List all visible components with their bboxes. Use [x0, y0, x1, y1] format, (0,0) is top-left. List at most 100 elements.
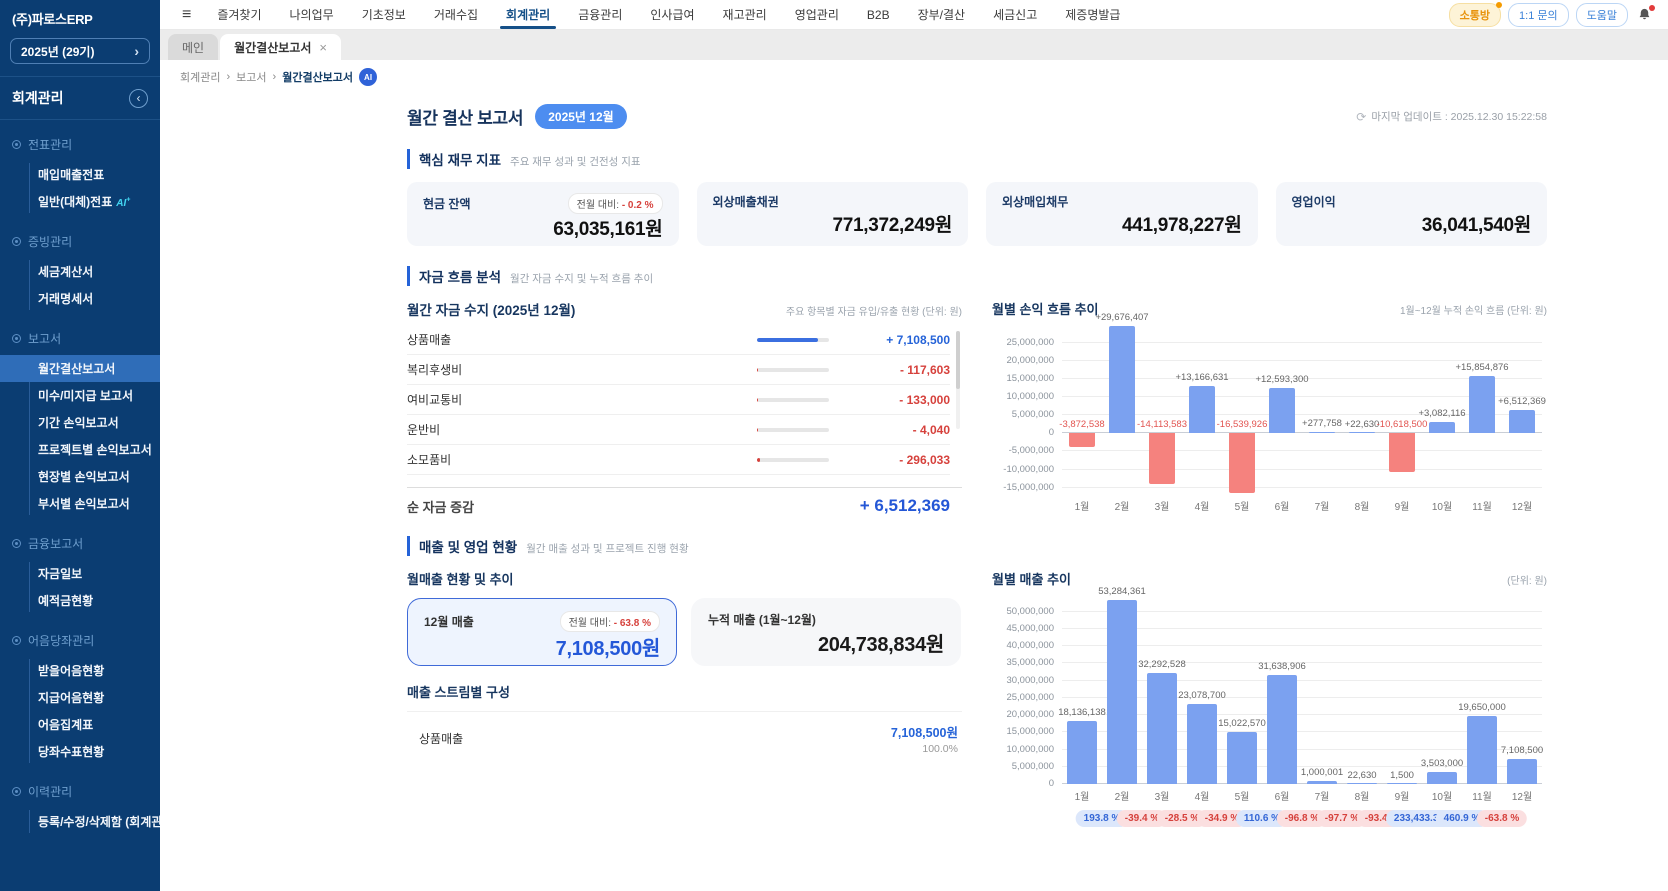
- bar-2월[interactable]: [1107, 600, 1137, 784]
- close-icon[interactable]: ×: [319, 40, 327, 55]
- bar-6월[interactable]: [1269, 388, 1295, 433]
- x-axis-tick: 4월: [1182, 498, 1222, 513]
- hamburger-menu-icon[interactable]: ≡: [160, 6, 203, 24]
- help-button[interactable]: 도움말: [1576, 3, 1628, 27]
- bar-4월[interactable]: [1189, 386, 1215, 433]
- top-nav-item[interactable]: 장부/결산: [904, 0, 980, 29]
- top-nav-item[interactable]: 회계관리: [492, 0, 564, 29]
- y-axis-tick: 25,000,000: [992, 337, 1054, 348]
- sidebar-item[interactable]: 거래명세서: [0, 285, 160, 312]
- sidebar-item[interactable]: 프로젝트별 손익보고서: [0, 436, 160, 463]
- top-nav-item[interactable]: B2B: [853, 0, 904, 29]
- mom-change-badge: -63.8 %: [1477, 810, 1527, 827]
- topbar-right: 소통방 1:1 문의 도움말: [1449, 3, 1668, 27]
- breadcrumb-accounting[interactable]: 회계관리: [180, 69, 220, 85]
- sidebar-item[interactable]: 지급어음현황: [0, 684, 160, 711]
- y-axis-tick: 25,000,000: [992, 692, 1054, 703]
- bar-10월[interactable]: [1429, 422, 1455, 433]
- bar-11월[interactable]: [1467, 716, 1497, 784]
- sidebar-item[interactable]: 당좌수표현황: [0, 738, 160, 765]
- sidebar-item[interactable]: 부서별 손익보고서: [0, 490, 160, 517]
- x-axis-tick: 5월: [1222, 498, 1262, 513]
- bar-value-label: 22,630: [1347, 770, 1376, 781]
- sidebar-item[interactable]: 월간결산보고서: [0, 355, 160, 382]
- bar-5월[interactable]: [1227, 732, 1257, 784]
- fiscal-year-selector[interactable]: 2025년 (29기) ›: [10, 38, 150, 64]
- bar-8월[interactable]: [1347, 783, 1377, 784]
- sidebar-item[interactable]: 어음집계표: [0, 711, 160, 738]
- sidebar-section-header[interactable]: 보고서: [0, 318, 160, 353]
- chart-plot-area: 05,000,00010,000,00015,000,00020,000,000…: [992, 596, 1542, 784]
- main-area: ≡ 즐겨찾기나의업무기초정보거래수집회계관리금융관리인사급여재고관리영업관리B2…: [160, 0, 1668, 891]
- bell-icon[interactable]: [1635, 5, 1654, 25]
- top-navigation: ≡ 즐겨찾기나의업무기초정보거래수집회계관리금융관리인사급여재고관리영업관리B2…: [160, 0, 1668, 30]
- chat-button[interactable]: 소통방: [1449, 3, 1501, 27]
- kpi-label: 영업이익: [1292, 193, 1336, 210]
- sidebar-item[interactable]: 예적금현황: [0, 587, 160, 614]
- section-bullet-icon: [12, 539, 21, 548]
- sidebar-item[interactable]: 현장별 손익보고서: [0, 463, 160, 490]
- y-axis-tick: 35,000,000: [992, 657, 1054, 668]
- bar-6월[interactable]: [1267, 675, 1297, 784]
- bar-4월[interactable]: [1187, 704, 1217, 784]
- y-axis-tick: -5,000,000: [992, 445, 1054, 456]
- inquiry-button[interactable]: 1:1 문의: [1508, 3, 1569, 27]
- bar-9월[interactable]: [1389, 433, 1415, 471]
- bar-3월[interactable]: [1149, 433, 1175, 484]
- flow-item-name: 복리후생비: [407, 361, 757, 378]
- bar-1월[interactable]: [1067, 721, 1097, 784]
- top-nav-item[interactable]: 거래수집: [420, 0, 492, 29]
- scrollbar-thumb[interactable]: [956, 331, 960, 389]
- flow-amount: - 4,040: [845, 423, 950, 437]
- top-nav-item[interactable]: 금융관리: [564, 0, 636, 29]
- fund-flow-list: 상품매출 + 7,108,500복리후생비 - 117,603여비교통비 - 1…: [407, 325, 962, 475]
- bar-9월[interactable]: [1387, 783, 1417, 784]
- bar-10월[interactable]: [1427, 772, 1457, 784]
- sidebar-section-header[interactable]: 이력관리: [0, 771, 160, 806]
- cumulative-sales-card[interactable]: 누적 매출 (1월~12월) 204,738,834원: [691, 598, 961, 666]
- sidebar-item[interactable]: 받을어음현황: [0, 657, 160, 684]
- top-nav-item[interactable]: 즐겨찾기: [203, 0, 275, 29]
- breadcrumb-reports[interactable]: 보고서: [236, 69, 266, 85]
- bar-3월[interactable]: [1147, 673, 1177, 784]
- top-nav-item[interactable]: 인사급여: [636, 0, 708, 29]
- bar-5월[interactable]: [1229, 433, 1255, 493]
- top-nav-item[interactable]: 나의업무: [276, 0, 348, 29]
- current-month-sales-card[interactable]: 12월 매출 전월 대비: - 63.8 % 7,108,500원: [407, 598, 677, 666]
- top-nav-item[interactable]: 제증명발급: [1051, 0, 1134, 29]
- sidebar-section-header[interactable]: 어음당좌관리: [0, 620, 160, 655]
- sidebar-section-header[interactable]: 전표관리: [0, 124, 160, 159]
- y-axis-tick: 15,000,000: [992, 726, 1054, 737]
- sidebar-item[interactable]: 등록/수정/삭제함 (회계관리): [0, 808, 160, 835]
- sidebar-item[interactable]: 미수/미지급 보고서: [0, 382, 160, 409]
- card-value: 7,108,500원: [424, 632, 660, 661]
- tab-main[interactable]: 메인: [168, 34, 218, 60]
- chart-x-axis: 1월2월3월4월5월6월7월8월9월10월11월12월: [992, 788, 1542, 804]
- top-nav-item[interactable]: 재고관리: [709, 0, 781, 29]
- bar-11월[interactable]: [1469, 376, 1495, 433]
- scrollbar-track[interactable]: [956, 331, 960, 429]
- sidebar-item[interactable]: 기간 손익보고서: [0, 409, 160, 436]
- top-nav-item[interactable]: 기초정보: [348, 0, 420, 29]
- ai-badge-icon[interactable]: AI: [359, 68, 377, 86]
- sidebar-item[interactable]: 자금일보: [0, 560, 160, 587]
- sidebar-item[interactable]: 일반(대체)전표AI+: [0, 188, 160, 215]
- refresh-icon[interactable]: ⟳: [1356, 110, 1366, 124]
- bar-12월[interactable]: [1507, 759, 1537, 784]
- bar-12월[interactable]: [1509, 410, 1535, 433]
- x-axis-tick: 8월: [1342, 788, 1382, 803]
- sidebar-collapse-button[interactable]: ‹: [129, 89, 148, 108]
- section-title: 자금 흐름 분석: [419, 266, 501, 286]
- bar-7월[interactable]: [1307, 781, 1337, 784]
- sidebar-section-header[interactable]: 금융보고서: [0, 523, 160, 558]
- top-nav-item[interactable]: 세금신고: [979, 0, 1051, 29]
- chart-title: 월별 매출 추이: [992, 569, 1071, 588]
- kpi-value: 63,035,161원: [423, 214, 663, 241]
- top-nav-item[interactable]: 영업관리: [781, 0, 853, 29]
- bar-1월[interactable]: [1069, 433, 1095, 447]
- tab-monthly-report[interactable]: 월간결산보고서 ×: [220, 34, 341, 60]
- sidebar-item[interactable]: 세금계산서: [0, 258, 160, 285]
- sidebar-item[interactable]: 매입매출전표: [0, 161, 160, 188]
- bar-2월[interactable]: [1109, 326, 1135, 433]
- sidebar-section-header[interactable]: 증빙관리: [0, 221, 160, 256]
